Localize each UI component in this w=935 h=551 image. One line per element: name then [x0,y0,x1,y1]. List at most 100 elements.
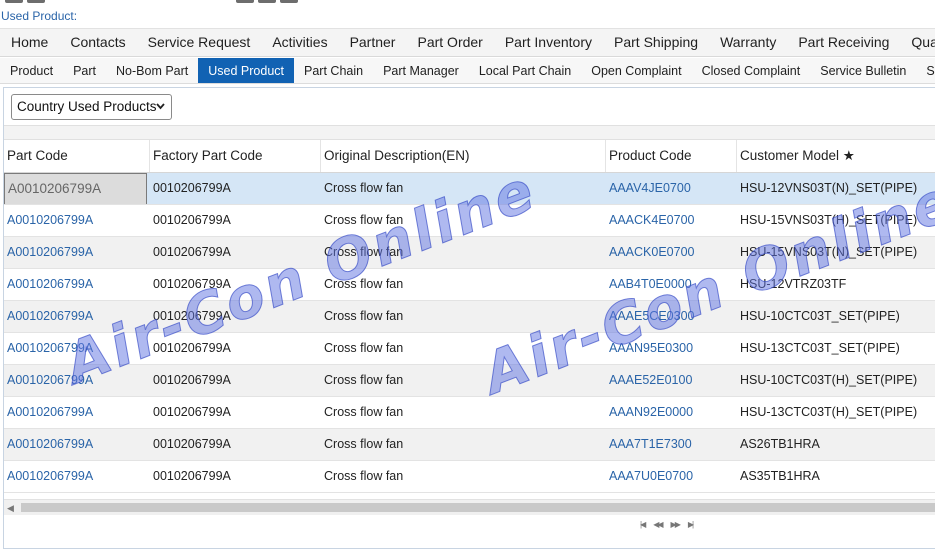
product-code-cell[interactable]: AAAN92E0000 [606,397,737,428]
description-cell: Cross flow fan [324,309,404,323]
customer-model-cell: HSU-12VNS03T(N)_SET(PIPE) [740,181,918,195]
tab-no-bom-part[interactable]: No-Bom Part [106,58,198,83]
tab-used-product[interactable]: Used Product [198,58,295,83]
tab-local-part-chain[interactable]: Local Part Chain [469,58,581,83]
main-nav-item-warranty[interactable]: Warranty [709,29,787,56]
used-product-grid: Part Code Factory Part Code Original Descr… [4,140,935,493]
product-code-cell[interactable]: AAACK0E0700 [606,237,737,268]
main-nav-item-part-shipping[interactable]: Part Shipping [603,29,709,56]
table-row[interactable]: A0010206799A 0010206799A Cross flow fan AAA… [4,397,935,429]
tab-closed-complaint[interactable]: Closed Complaint [692,58,811,83]
horizontal-scrollbar[interactable]: ◀ [4,499,935,515]
part-code-edit-field[interactable]: A0010206799A [4,173,147,204]
part-code-cell[interactable]: A0010206799A [4,301,150,332]
column-header-factory-part-code[interactable]: Factory Part Code [150,140,321,172]
column-header-description[interactable]: Original Description(EN) [321,140,606,172]
tab-ser[interactable]: Ser [916,58,935,83]
toolbar-tab-stub [5,0,23,3]
main-nav-item-quality[interactable]: Quality [900,29,935,56]
customer-model-cell: HSU-12VTRZ03TF [740,277,847,291]
column-header-customer-model[interactable]: Customer Model ★ [737,140,935,172]
customer-model-cell: HSU-13CTC03T_SET(PIPE) [740,341,900,355]
description-cell: Cross flow fan [324,341,404,355]
customer-model-cell: HSU-10CTC03T_SET(PIPE) [740,309,900,323]
factory-part-code-cell: 0010206799A [153,277,231,291]
top-toolbar-strip [0,0,935,5]
scrollbar-thumb[interactable] [21,503,935,512]
table-row[interactable]: A0010206799A 0010206799A Cross flow fan AAA… [4,429,935,461]
toolbar-tab-stub [236,0,254,3]
chevron-down-icon [156,103,165,110]
description-cell: Cross flow fan [324,373,404,387]
tab-part[interactable]: Part [63,58,106,83]
part-code-cell[interactable]: A0010206799A [4,429,150,460]
factory-part-code-cell: 0010206799A [153,373,231,387]
part-code-cell[interactable]: A0010206799A [4,173,150,204]
table-row[interactable]: A0010206799A 0010206799A Cross flow fan AAA… [4,461,935,493]
page-title: Used Product: [1,9,78,23]
country-filter-select[interactable]: Country Used Products [11,94,172,120]
customer-model-cell: AS35TB1HRA [740,469,820,483]
main-nav-item-part-inventory[interactable]: Part Inventory [494,29,603,56]
part-code-cell[interactable]: A0010206799A [4,365,150,396]
main-nav-item-activities[interactable]: Activities [261,29,338,56]
pager: |◀ ◀◀ ▶▶ ▶| [640,520,694,529]
customer-model-cell: AS26TB1HRA [740,437,820,451]
product-code-cell[interactable]: AAB4T0E0000 [606,269,737,300]
product-code-cell[interactable]: AAAE52E0100 [606,365,737,396]
tab-product[interactable]: Product [0,58,63,83]
main-nav-item-contacts[interactable]: Contacts [59,29,136,56]
column-header-product-code[interactable]: Product Code [606,140,737,172]
tab-part-chain[interactable]: Part Chain [294,58,373,83]
main-nav-item-part-order[interactable]: Part Order [406,29,493,56]
next-page-icon[interactable]: ▶▶ [671,520,681,529]
tab-open-complaint[interactable]: Open Complaint [581,58,691,83]
product-code-cell[interactable]: AAACK4E0700 [606,205,737,236]
column-header-part-code[interactable]: Part Code [4,140,150,172]
toolbar-band [4,125,935,140]
table-row[interactable]: A0010206799A 0010206799A Cross flow fan AAA… [4,333,935,365]
factory-part-code-cell: 0010206799A [153,469,231,483]
customer-model-cell: HSU-13CTC03T(H)_SET(PIPE) [740,405,918,419]
description-cell: Cross flow fan [324,469,404,483]
content-panel: Country Used Products Part Code Factory P… [3,87,935,549]
part-code-cell[interactable]: A0010206799A [4,237,150,268]
part-code-cell[interactable]: A0010206799A [4,461,150,492]
table-row[interactable]: A0010206799A 0010206799A Cross flow fan AAA… [4,237,935,269]
factory-part-code-cell: 0010206799A [153,341,231,355]
first-page-icon[interactable]: |◀ [640,520,646,529]
table-row[interactable]: A0010206799A 0010206799A Cross flow fan AAA… [4,205,935,237]
factory-part-code-cell: 0010206799A [153,309,231,323]
description-cell: Cross flow fan [324,181,404,195]
prev-page-icon[interactable]: ◀◀ [653,520,663,529]
grid-header: Part Code Factory Part Code Original Descr… [4,140,935,173]
table-row[interactable]: A0010206799A 0010206799A Cross flow fan AAA… [4,301,935,333]
product-code-cell[interactable]: AAAN95E0300 [606,333,737,364]
last-page-icon[interactable]: ▶| [688,520,694,529]
part-code-cell[interactable]: A0010206799A [4,205,150,236]
main-nav-item-home[interactable]: Home [0,29,59,56]
product-code-cell[interactable]: AAA7T1E7300 [606,429,737,460]
product-code-cell[interactable]: AAAE5CE0300 [606,301,737,332]
product-code-cell[interactable]: AAAV4JE0700 [606,173,737,204]
part-code-cell[interactable]: A0010206799A [4,397,150,428]
toolbar-tab-stub [27,0,45,3]
table-row[interactable]: A0010206799A 0010206799A Cross flow fan AAA… [4,173,935,205]
part-code-cell[interactable]: A0010206799A [4,333,150,364]
scroll-left-icon[interactable]: ◀ [7,503,14,514]
factory-part-code-cell: 0010206799A [153,405,231,419]
table-row[interactable]: A0010206799A 0010206799A Cross flow fan AAA… [4,365,935,397]
country-filter-value: Country Used Products [17,99,157,114]
product-code-cell[interactable]: AAA7U0E0700 [606,461,737,492]
main-nav-item-partner[interactable]: Partner [339,29,407,56]
table-row[interactable]: A0010206799A 0010206799A Cross flow fan AAB… [4,269,935,301]
tab-service-bulletin[interactable]: Service Bulletin [810,58,916,83]
part-code-cell[interactable]: A0010206799A [4,269,150,300]
main-nav-item-part-receiving[interactable]: Part Receiving [787,29,900,56]
factory-part-code-cell: 0010206799A [153,181,231,195]
toolbar-tab-stub [258,0,276,3]
description-cell: Cross flow fan [324,405,404,419]
description-cell: Cross flow fan [324,213,404,227]
main-nav-item-service-request[interactable]: Service Request [137,29,262,56]
tab-part-manager[interactable]: Part Manager [373,58,469,83]
